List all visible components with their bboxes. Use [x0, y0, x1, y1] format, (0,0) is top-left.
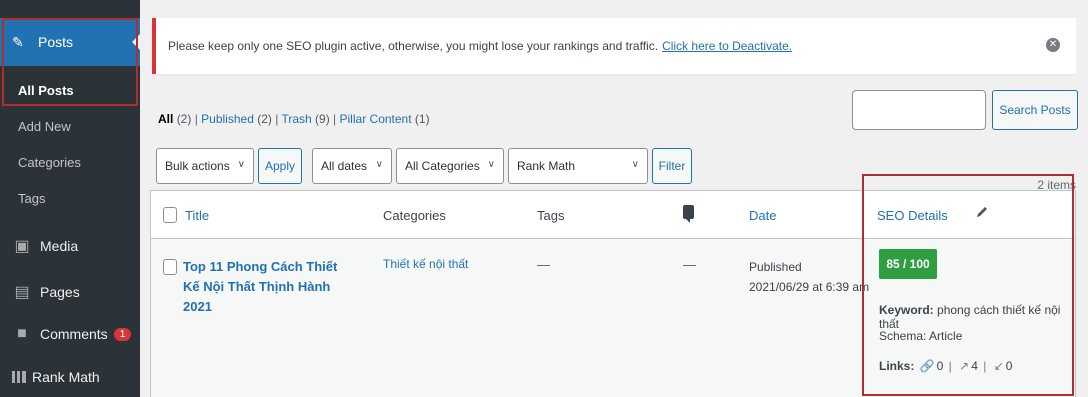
dismiss-icon[interactable]: ✕	[1046, 38, 1060, 52]
internal-link-icon: 🔗	[919, 359, 935, 373]
submenu-label: All Posts	[18, 82, 74, 98]
filter-trash[interactable]: Trash (9)	[281, 112, 329, 126]
incoming-link-icon: ↙	[993, 359, 1004, 373]
rank-math-select[interactable]: Rank Math ∨	[508, 148, 648, 184]
post-status: Published	[749, 260, 802, 274]
column-tags: Tags	[537, 208, 565, 223]
external-link-icon: ↗	[959, 359, 970, 373]
comment-icon	[683, 205, 694, 223]
seo-details-column: SEO Details 85 / 100 Keyword: phong cách…	[871, 191, 1075, 396]
comments-icon: ■	[17, 325, 27, 342]
main-content: Please keep only one SEO plugin active, …	[140, 0, 1088, 397]
select-value: Bulk actions	[165, 159, 230, 173]
sidebar-item-rank-math[interactable]: Rank Math	[0, 357, 140, 397]
column-title[interactable]: Title	[185, 208, 209, 223]
sidebar-item-comments[interactable]: ■ Comments 1	[0, 314, 140, 354]
post-date-value: 2021/06/29 at 6:39 am	[749, 280, 870, 294]
chevron-down-icon: ∨	[631, 159, 639, 170]
categories-select[interactable]: All Categories ∨	[396, 148, 504, 184]
pin-icon: ✎	[12, 33, 24, 50]
search-posts-button[interactable]: Search Posts	[992, 90, 1078, 130]
posts-table: Title Categories Tags Date Top 11 Phong …	[150, 190, 1076, 397]
seo-plugin-notice: Please keep only one SEO plugin active, …	[152, 18, 1076, 74]
search-input[interactable]	[852, 90, 986, 130]
deactivate-link[interactable]: Click here to Deactivate.	[662, 39, 792, 53]
apply-button[interactable]: Apply	[258, 148, 302, 184]
submenu-categories[interactable]: Categories	[0, 144, 140, 180]
pages-icon: ▤	[14, 284, 30, 301]
dates-select[interactable]: All dates ∨	[312, 148, 392, 184]
chevron-down-icon: ∨	[487, 159, 495, 170]
filter-button[interactable]: Filter	[652, 148, 692, 184]
current-indicator	[132, 34, 140, 50]
menu-label: Media	[40, 238, 79, 254]
submenu-label: Categories	[18, 154, 81, 170]
bulk-actions-select[interactable]: Bulk actions ∨	[156, 148, 254, 184]
filter-published[interactable]: Published (2)	[201, 112, 272, 126]
chevron-down-icon: ∨	[375, 159, 383, 170]
column-seo-details: SEO Details	[877, 208, 948, 223]
post-title-link[interactable]: Top 11 Phong Cách Thiết Kế Nội Thất Thịn…	[183, 257, 353, 317]
filter-all[interactable]: All (2)	[158, 112, 191, 126]
seo-score-badge: 85 / 100	[879, 249, 937, 279]
select-value: Rank Math	[517, 159, 576, 173]
post-status-filters: All (2) | Published (2) | Trash (9) | Pi…	[158, 112, 430, 126]
column-categories: Categories	[383, 208, 446, 223]
rank-math-icon	[12, 371, 26, 383]
column-date[interactable]: Date	[749, 208, 776, 223]
select-value: All dates	[321, 159, 368, 173]
select-value: All Categories	[405, 159, 480, 173]
select-all-checkbox[interactable]	[163, 207, 177, 223]
pencil-icon[interactable]	[975, 205, 989, 219]
schema-type: Schema: Article	[879, 329, 963, 343]
row-checkbox[interactable]	[163, 259, 177, 275]
submenu-add-new[interactable]: Add New	[0, 108, 140, 144]
tags-value: —	[537, 257, 550, 272]
post-date: Published 2021/06/29 at 6:39 am	[749, 257, 869, 297]
submenu-label: Add New	[18, 118, 71, 134]
focus-keyword: Keyword: phong cách thiết kế nội thất	[879, 303, 1061, 331]
submenu-tags[interactable]: Tags	[0, 180, 140, 216]
category-link[interactable]: Thiết kế nội thất	[383, 257, 468, 271]
sidebar-posts-label: Posts	[38, 34, 74, 50]
menu-label: Pages	[40, 284, 80, 300]
submenu-label: Tags	[18, 190, 46, 206]
menu-label: Rank Math	[32, 369, 100, 385]
comments-badge: 1	[113, 327, 132, 341]
sidebar-item-pages[interactable]: ▤ Pages	[0, 272, 140, 312]
links-count: Links: 🔗 0 | ↗ 4 | ↙ 0	[879, 359, 1013, 373]
menu-label: Comments	[40, 326, 108, 342]
comments-value: —	[683, 257, 696, 272]
admin-sidebar: ✎ Posts All Posts Add New Categories Tag…	[0, 0, 140, 397]
media-icon: ▣	[14, 238, 30, 255]
chevron-down-icon: ∨	[237, 159, 245, 170]
sidebar-item-posts[interactable]: ✎ Posts	[0, 18, 140, 66]
sidebar-item-media[interactable]: ▣ Media	[0, 226, 140, 266]
notice-text: Please keep only one SEO plugin active, …	[168, 39, 659, 53]
filter-pillar-content[interactable]: Pillar Content (1)	[340, 112, 430, 126]
submenu-all-posts[interactable]: All Posts	[0, 72, 140, 108]
